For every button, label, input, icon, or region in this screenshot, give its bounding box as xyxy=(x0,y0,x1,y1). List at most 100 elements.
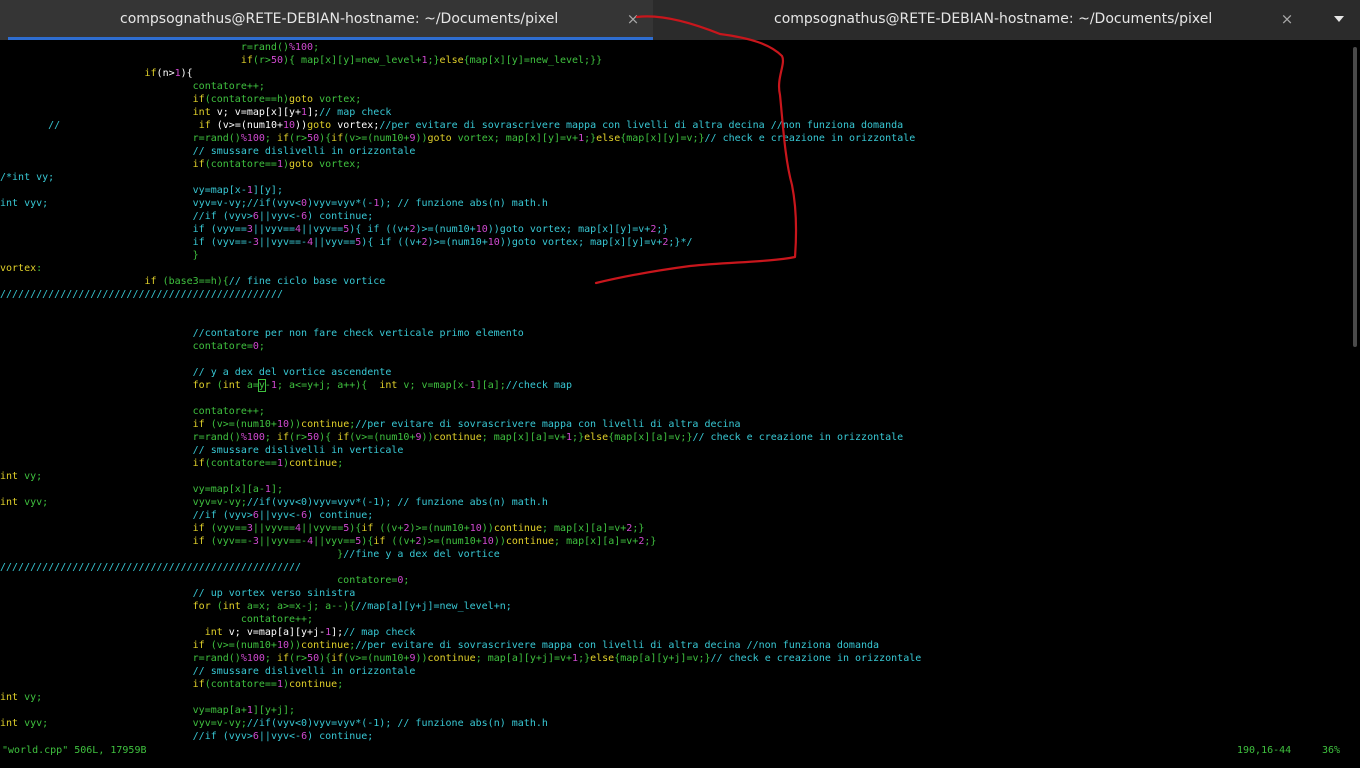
code-line: int vy; xyxy=(0,691,1350,704)
code-token: (r> xyxy=(252,55,271,66)
code-token: contatore= xyxy=(337,575,398,586)
scrollbar-thumb[interactable] xyxy=(1353,47,1357,347)
code-line: r=rand()%100; if(r>50){if(v>=(num10+9))g… xyxy=(0,132,1350,145)
code-token: v; v=map[x][y+ xyxy=(210,107,302,118)
code-token: ]; xyxy=(270,484,283,495)
code-token: ]; xyxy=(307,107,320,118)
code-token: (r> xyxy=(289,432,308,443)
code-token: 10 xyxy=(469,523,482,534)
code-line: }//fine y a dex del vortice xyxy=(0,548,1350,561)
code-token: 10 xyxy=(283,120,296,131)
code-token: ;} xyxy=(578,653,591,664)
code-token: for xyxy=(192,380,211,391)
code-token: )) xyxy=(289,640,302,651)
code-line: int vyv; vyv=v-vy;//if(vyv<0)vyv=vyv*(-1… xyxy=(0,717,1350,730)
code-token: ||vyv== xyxy=(301,523,344,534)
code-token: )vyv=vyv*(- xyxy=(307,198,374,209)
code-token: vyv=v-vy;//if(vyv< xyxy=(192,198,302,209)
code-line: ////////////////////////////////////////… xyxy=(0,561,1350,574)
code-token: // smussare dislivelli in orizzontale xyxy=(192,666,416,677)
code-token: if xyxy=(361,523,374,534)
close-icon[interactable]: × xyxy=(1278,10,1296,28)
close-icon[interactable]: × xyxy=(624,10,642,28)
code-line: //contatore per non fare check verticale… xyxy=(0,327,1350,340)
code-token: ; map[a][y+j]=v+ xyxy=(475,653,573,664)
active-tab-indicator xyxy=(8,37,653,40)
code-token: goto xyxy=(289,159,314,170)
code-token: )>=(num10+ xyxy=(415,224,476,235)
code-token: goto xyxy=(289,94,314,105)
code-token: (contatore== xyxy=(204,458,277,469)
code-token: ||vyv== xyxy=(252,224,296,235)
code-token: // smussare dislivelli in orizzontale xyxy=(192,146,416,157)
code-token: // smussare dislivelli in verticale xyxy=(192,445,404,456)
code-token: continue xyxy=(301,419,350,430)
tabs-menu-button[interactable] xyxy=(1328,10,1350,28)
code-token: 10 xyxy=(276,640,289,651)
code-token: ;} xyxy=(427,55,440,66)
code-token: ////////////////////////////////////////… xyxy=(0,562,302,573)
code-line: int vyv; vyv=v-vy;//if(vyv<0)vyv=vyv*(-1… xyxy=(0,496,1350,509)
code-line: // smussare dislivelli in verticale xyxy=(0,444,1350,457)
vim-editor[interactable]: r=rand()%100; if(r>50){ map[x][y]=new_le… xyxy=(0,41,1350,742)
code-token: //contatore per non fare check verticale… xyxy=(192,328,524,339)
scrollbar[interactable] xyxy=(1350,41,1360,741)
code-token: goto xyxy=(427,133,452,144)
code-token: %100 xyxy=(240,432,265,443)
scroll-percent: 36% xyxy=(1322,745,1341,756)
code-token: //if (vyv> xyxy=(192,510,253,521)
code-token: ;} xyxy=(632,523,645,534)
code-line: // smussare dislivelli in orizzontale xyxy=(0,145,1350,158)
tab-terminal-1[interactable]: compsognathus@RETE-DEBIAN-hostname: ~/Do… xyxy=(0,0,653,40)
code-token: %100 xyxy=(240,133,265,144)
code-line: if (vyv==-3||vyv==-4||vyv==5){ if ((v+2)… xyxy=(0,236,1350,249)
code-token: vortex; map[x][y]=v+ xyxy=(451,133,579,144)
code-token: ; xyxy=(264,432,277,443)
code-line: } xyxy=(0,249,1350,262)
code-token: int xyxy=(0,497,19,508)
code-token: //if(vyv<0)vyv=vyv*(-1); // funzione abs… xyxy=(246,497,548,508)
tab-terminal-2[interactable]: compsognathus@RETE-DEBIAN-hostname: ~/Do… xyxy=(653,0,1315,40)
code-token: ;} xyxy=(656,224,669,235)
code-token: ]; xyxy=(331,627,344,638)
code-token: ; xyxy=(337,679,344,690)
code-token: ) continue; xyxy=(307,211,374,222)
code-token: continue xyxy=(427,653,476,664)
code-token: vyv; xyxy=(18,718,49,729)
code-token: if xyxy=(337,432,350,443)
code-line: if(contatore==1)goto vortex; xyxy=(0,158,1350,171)
code-token: if xyxy=(192,458,205,469)
code-line: if (vyv==3||vyv==4||vyv==5){if ((v+2)>=(… xyxy=(0,522,1350,535)
code-token: 50 xyxy=(307,653,320,664)
code-line: //if (vyv>6||vyv<-6) continue; xyxy=(0,509,1350,522)
code-token: //fine y a dex del vortice xyxy=(343,549,500,560)
code-token: (contatore==h) xyxy=(204,94,289,105)
code-token: ){ map[x][y]=new_level+ xyxy=(282,55,422,66)
code-token: r=rand() xyxy=(240,42,289,53)
code-token: %100 xyxy=(289,42,314,53)
code-token: ; xyxy=(264,133,277,144)
code-token: (v>=(num10+ xyxy=(343,133,410,144)
code-token: ][y+j]; xyxy=(252,705,296,716)
code-token: if xyxy=(192,640,205,651)
code-token: (base3==h){ xyxy=(156,276,229,287)
file-info: "world.cpp" 506L, 17959B xyxy=(2,745,147,756)
code-line: contatore=0; xyxy=(0,574,1350,587)
code-token: continue xyxy=(301,640,350,651)
code-token: ;} xyxy=(584,133,597,144)
tab-bar: compsognathus@RETE-DEBIAN-hostname: ~/Do… xyxy=(0,0,1360,40)
